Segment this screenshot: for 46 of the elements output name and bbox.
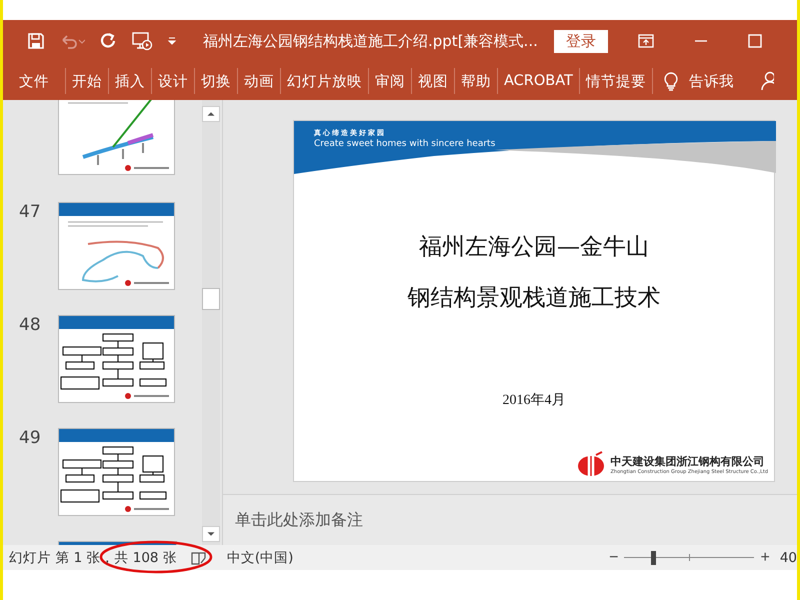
slide-thumbnail[interactable] (58, 428, 175, 516)
zoom-out-button[interactable]: − (605, 548, 622, 566)
slide-number: 47 (18, 202, 42, 224)
ribbon-tab[interactable]: 文件 (13, 72, 65, 90)
language-indicator[interactable]: 中文(中国) (226, 548, 294, 566)
slide-number: 48 (18, 315, 42, 337)
slide-thumbnail[interactable] (58, 315, 175, 403)
ribbon-tab[interactable]: ACROBAT (498, 73, 579, 89)
window-title: 福州左海公园钢结构栈道施工介绍.ppt[兼容模式... (203, 32, 538, 50)
scroll-up-icon[interactable] (202, 106, 220, 122)
dropdown-icon[interactable] (167, 36, 177, 46)
company-name: 中天建设集团浙江钢构有限公司 (610, 454, 766, 468)
slide-thumbnail[interactable] (58, 202, 175, 290)
ribbon-tab[interactable]: 情节提要 (580, 72, 652, 90)
tell-me-button[interactable]: 告诉我 (682, 72, 740, 90)
slogan-text: Create sweet homes with sincere hearts (314, 139, 496, 149)
ribbon-tab[interactable]: 设计 (152, 72, 194, 90)
slide-title: 钢结构景观栈道施工技术 (408, 284, 660, 313)
ribbon-tab[interactable]: 切换 (195, 72, 237, 90)
slide-thumbnail[interactable] (58, 100, 175, 175)
user-icon[interactable] (760, 71, 774, 91)
save-icon[interactable] (27, 32, 45, 50)
slide-number: 49 (18, 428, 42, 450)
zoom-percent[interactable]: 40 (780, 550, 797, 566)
notes-placeholder: 单击此处添加备注 (235, 510, 363, 530)
redo-icon[interactable] (99, 32, 117, 50)
slide-date: 2016年4月 (502, 392, 566, 409)
ribbon-tab[interactable]: 审阅 (369, 72, 411, 90)
ribbon-tab[interactable]: 幻灯片放映 (281, 72, 368, 90)
slide-count: 幻灯片 第 1 张，共 108 张 (9, 548, 177, 566)
presentation-icon[interactable] (131, 31, 153, 51)
company-logo-icon (576, 451, 606, 477)
slide-title: 福州左海公园—金牛山 (419, 233, 649, 262)
ribbon-display-icon[interactable] (638, 34, 654, 48)
login-button[interactable]: 登录 (554, 30, 608, 52)
lightbulb-icon[interactable] (662, 71, 679, 91)
scrollbar-thumb[interactable] (202, 288, 220, 310)
ribbon-tab[interactable]: 插入 (109, 72, 151, 90)
zoom-slider[interactable] (624, 548, 754, 566)
ribbon-tab[interactable]: 视图 (412, 72, 454, 90)
scroll-down-icon[interactable] (202, 526, 220, 542)
zoom-in-button[interactable]: + (756, 548, 774, 566)
ribbon-tab[interactable]: 开始 (66, 72, 108, 90)
ribbon-tab[interactable]: 动画 (238, 72, 280, 90)
maximize-icon[interactable] (748, 34, 762, 48)
ribbon-tab[interactable]: 帮助 (455, 72, 497, 90)
